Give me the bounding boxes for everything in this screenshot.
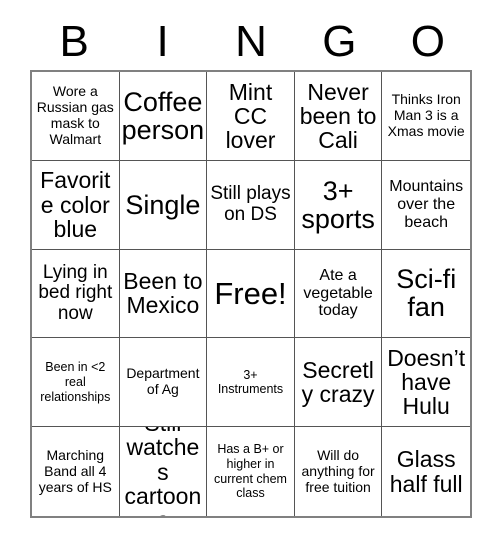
bingo-cell-label: Doesn’t have Hulu (387, 345, 466, 420)
bingo-cell[interactable]: Marching Band all 4 years of HS (32, 427, 120, 516)
bingo-cell[interactable]: Thinks Iron Man 3 is a Xmas movie (382, 72, 470, 161)
bingo-cell-label: Mountains over the beach (389, 177, 464, 231)
bingo-cell[interactable]: Wore a Russian gas mask to Walmart (32, 72, 120, 161)
bingo-grid: Wore a Russian gas mask to Walmart Coffe… (30, 70, 472, 518)
header-letter-g: G (322, 17, 357, 66)
bingo-cell[interactable]: Sci-fi fan (382, 249, 470, 339)
bingo-cell-label: Ate a vegetable today (303, 266, 373, 320)
bingo-header: B I N G O (30, 14, 472, 70)
bingo-cell[interactable]: Coffee person (119, 72, 208, 161)
bingo-cell[interactable]: Favorite color blue (32, 160, 120, 250)
bingo-cell-label: Still plays on DS (210, 183, 291, 225)
bingo-cell-label: Still watches cartoons (124, 427, 202, 516)
header-letter-b: B (59, 17, 89, 66)
header-letter-i: I (156, 17, 169, 66)
bingo-cell-label: Been in <2 real relationships (40, 360, 111, 404)
bingo-cell-label: Never been to Cali (299, 78, 377, 153)
bingo-cell[interactable]: Glass half full (382, 427, 470, 516)
bingo-cell[interactable]: Mint CC lover (207, 72, 295, 161)
bingo-cell-label: 3+ sports (301, 175, 375, 234)
bingo-cell-label: Wore a Russian gas mask to Walmart (36, 82, 114, 147)
bingo-cell-label: Will do anything for free tuition (301, 446, 375, 495)
bingo-cell-label: Single (125, 189, 201, 220)
bingo-cell[interactable]: Never been to Cali (294, 72, 383, 161)
header-letter-n: N (235, 17, 267, 66)
bingo-cell[interactable]: Department of Ag (119, 338, 208, 428)
bingo-cell-label: Thinks Iron Man 3 is a Xmas movie (387, 90, 465, 139)
bingo-cell-label: Department of Ag (126, 365, 200, 398)
bingo-cell[interactable]: Doesn’t have Hulu (382, 338, 470, 428)
bingo-cell[interactable]: Lying in bed right now (32, 249, 120, 339)
bingo-cell[interactable]: Still plays on DS (207, 160, 295, 250)
bingo-cell-label: Has a B+ or higher in current chem class (214, 442, 287, 501)
bingo-cell-label: Marching Band all 4 years of HS (38, 446, 112, 495)
bingo-cell[interactable]: Will do anything for free tuition (294, 427, 383, 516)
bingo-cell-label: Sci-fi fan (396, 264, 457, 323)
bingo-cell-free[interactable]: Free! (207, 249, 295, 339)
header-letter-o: O (410, 17, 445, 66)
bingo-card: B I N G O Wore a Russian gas mask to Wal… (0, 0, 500, 544)
bingo-cell-label: Glass half full (389, 446, 463, 497)
bingo-cell[interactable]: Has a B+ or higher in current chem class (207, 427, 295, 516)
bingo-cell[interactable]: Mountains over the beach (382, 160, 470, 250)
bingo-cell[interactable]: 3+ sports (294, 160, 383, 250)
bingo-cell[interactable]: Ate a vegetable today (294, 249, 383, 339)
bingo-cell-label: 3+ Instruments (217, 367, 284, 397)
bingo-cell-label: Free! (214, 275, 287, 311)
bingo-cell[interactable]: 3+ Instruments (207, 338, 295, 428)
bingo-cell-label: Favorite color blue (40, 167, 111, 242)
bingo-cell-label: Been to Mexico (123, 268, 203, 319)
bingo-cell[interactable]: Single (119, 160, 208, 250)
bingo-cell-label: Coffee person (121, 86, 205, 145)
bingo-cell-label: Lying in bed right now (38, 261, 113, 324)
bingo-cell-label: Secretly crazy (301, 357, 375, 408)
bingo-cell[interactable]: Been in <2 real relationships (32, 338, 120, 428)
bingo-cell-label: Mint CC lover (225, 78, 276, 153)
bingo-cell[interactable]: Been to Mexico (119, 249, 208, 339)
bingo-cell[interactable]: Still watches cartoons (119, 427, 208, 516)
bingo-cell[interactable]: Secretly crazy (294, 338, 383, 428)
